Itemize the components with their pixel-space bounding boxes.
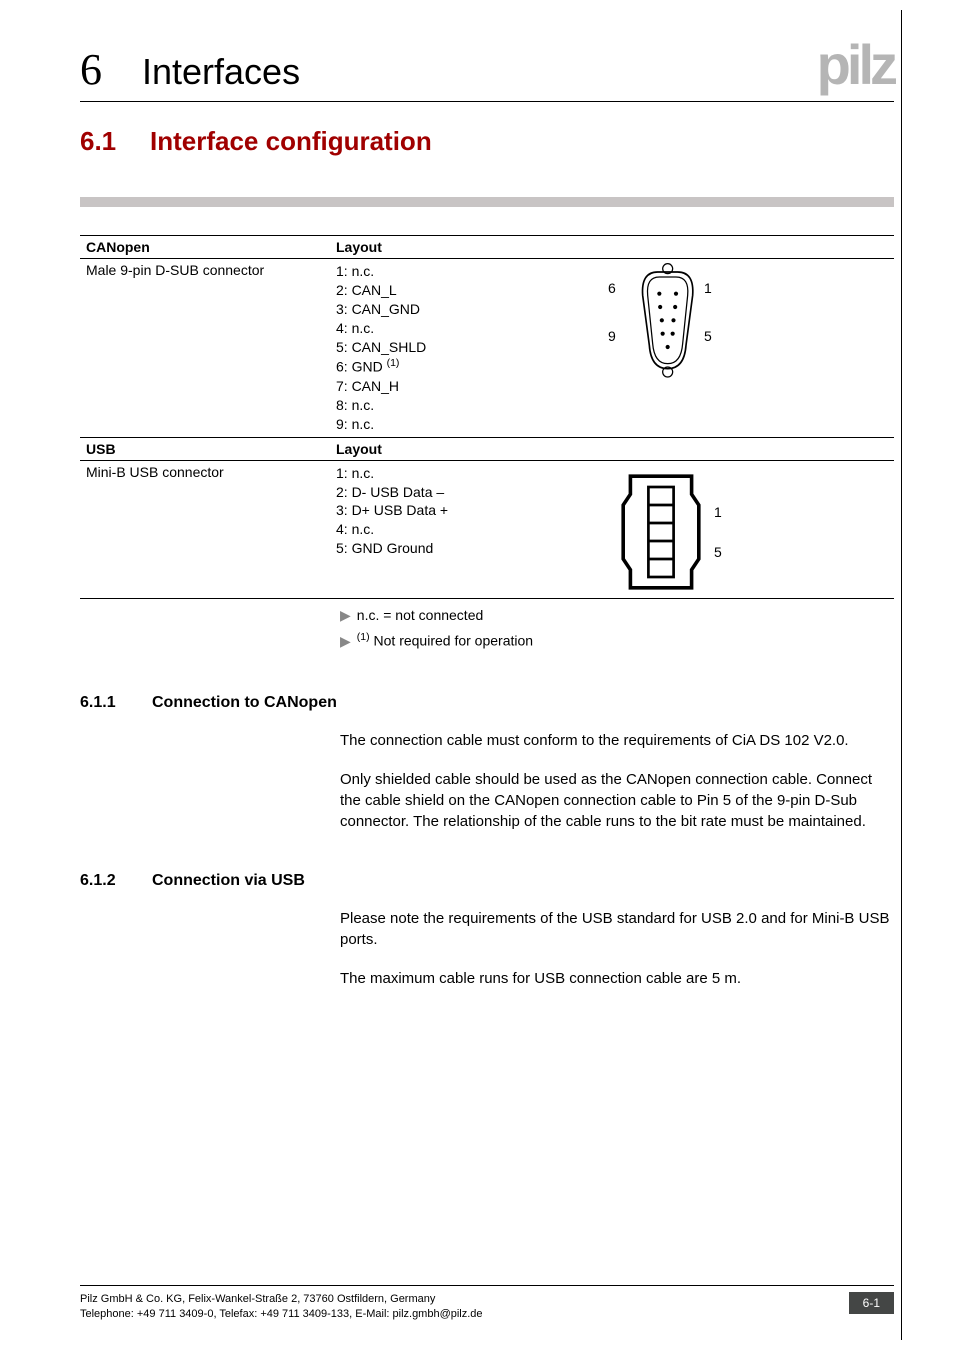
page-footer: Pilz GmbH & Co. KG, Felix-Wankel-Straße … <box>80 1285 894 1322</box>
body-paragraph: The connection cable must conform to the… <box>80 730 894 751</box>
subsection-number: 6.1.2 <box>80 872 152 890</box>
footnote-line: ▶ (1) Not required for operation <box>340 628 894 654</box>
minib-diagram-cell: 1 5 <box>610 460 894 598</box>
page-number-badge: 6-1 <box>849 1292 894 1314</box>
pin-line: 4: n.c. <box>336 520 604 539</box>
pin6-text: 6: GND <box>336 359 387 375</box>
pin-line: 7: CAN_H <box>336 377 604 396</box>
triangle-bullet-icon: ▶ <box>340 633 351 649</box>
pin6-sup: (1) <box>387 357 400 369</box>
th-usb: USB <box>80 437 330 460</box>
minib-label-1: 1 <box>714 504 722 520</box>
chapter-header: 6 Interfaces pilz <box>80 40 894 102</box>
interface-table: CANopen Layout Male 9-pin D-SUB connecto… <box>80 235 894 599</box>
canopen-connector-label: Male 9-pin D-SUB connector <box>80 259 330 438</box>
pin-line: 2: CAN_L <box>336 281 604 300</box>
footer-line-2: Telephone: +49 711 3409-0, Telefax: +49 … <box>80 1307 483 1322</box>
pin-line: 6: GND (1) <box>336 356 604 377</box>
chapter-number: 6 <box>80 44 102 95</box>
triangle-bullet-icon: ▶ <box>340 607 351 623</box>
section-number: 6.1 <box>80 126 150 157</box>
pin-line: 2: D- USB Data – <box>336 483 604 502</box>
body-paragraph: Please note the requirements of the USB … <box>80 908 894 950</box>
table-footnotes: ▶ n.c. = not connected ▶ (1) Not required … <box>80 603 894 654</box>
usb-pinout: 1: n.c. 2: D- USB Data – 3: D+ USB Data … <box>330 460 610 598</box>
dsub-label-1: 1 <box>704 280 712 296</box>
pin-line: 1: n.c. <box>336 262 604 281</box>
section-title: Interface configuration <box>150 126 432 157</box>
th-layout-1: Layout <box>330 236 894 259</box>
table-row: Mini-B USB connector 1: n.c. 2: D- USB D… <box>80 460 894 598</box>
minib-label-5: 5 <box>714 544 722 560</box>
pin-line: 4: n.c. <box>336 319 604 338</box>
chapter-title: Interfaces <box>142 51 300 93</box>
subsection-title: Connection via USB <box>152 872 305 890</box>
body-paragraph: Only shielded cable should be used as th… <box>80 769 894 832</box>
th-canopen: CANopen <box>80 236 330 259</box>
footnote-1: n.c. = not connected <box>357 607 483 623</box>
pin-line: 8: n.c. <box>336 396 604 415</box>
footnote-2-sup: (1) <box>357 631 370 643</box>
subsection-heading: 6.1.1 Connection to CANopen <box>80 694 894 712</box>
separator-bar <box>80 197 894 207</box>
section-heading: 6.1 Interface configuration <box>80 126 894 157</box>
dsub-label-5: 5 <box>704 328 712 344</box>
dsub-label-9: 9 <box>608 328 616 344</box>
dsub-label-6: 6 <box>608 280 616 296</box>
subsection-title: Connection to CANopen <box>152 694 337 712</box>
pin-line: 9: n.c. <box>336 415 604 434</box>
mini-b-connector-icon <box>616 469 706 595</box>
pin-line: 1: n.c. <box>336 464 604 483</box>
body-paragraph: The maximum cable runs for USB connectio… <box>80 968 894 989</box>
th-layout-2: Layout <box>330 437 894 460</box>
pin-line: 3: CAN_GND <box>336 300 604 319</box>
dsub-diagram-cell: 6 1 9 5 <box>610 259 894 438</box>
footnote-2: Not required for operation <box>370 633 533 649</box>
pin-line: 5: CAN_SHLD <box>336 338 604 357</box>
page-right-border <box>901 10 902 1340</box>
brand-logo: pilz <box>817 40 894 90</box>
pin-line: 5: GND Ground <box>336 539 604 558</box>
pin-line: 3: D+ USB Data + <box>336 501 604 520</box>
subsection-number: 6.1.1 <box>80 694 152 712</box>
footer-address: Pilz GmbH & Co. KG, Felix-Wankel-Straße … <box>80 1292 483 1322</box>
footer-line-1: Pilz GmbH & Co. KG, Felix-Wankel-Straße … <box>80 1292 483 1307</box>
subsection-heading: 6.1.2 Connection via USB <box>80 872 894 890</box>
dsub-connector-icon <box>616 262 716 379</box>
canopen-pinout: 1: n.c. 2: CAN_L 3: CAN_GND 4: n.c. 5: C… <box>330 259 610 438</box>
usb-connector-label: Mini-B USB connector <box>80 460 330 598</box>
footnote-line: ▶ n.c. = not connected <box>340 603 894 628</box>
table-row: Male 9-pin D-SUB connector 1: n.c. 2: CA… <box>80 259 894 438</box>
